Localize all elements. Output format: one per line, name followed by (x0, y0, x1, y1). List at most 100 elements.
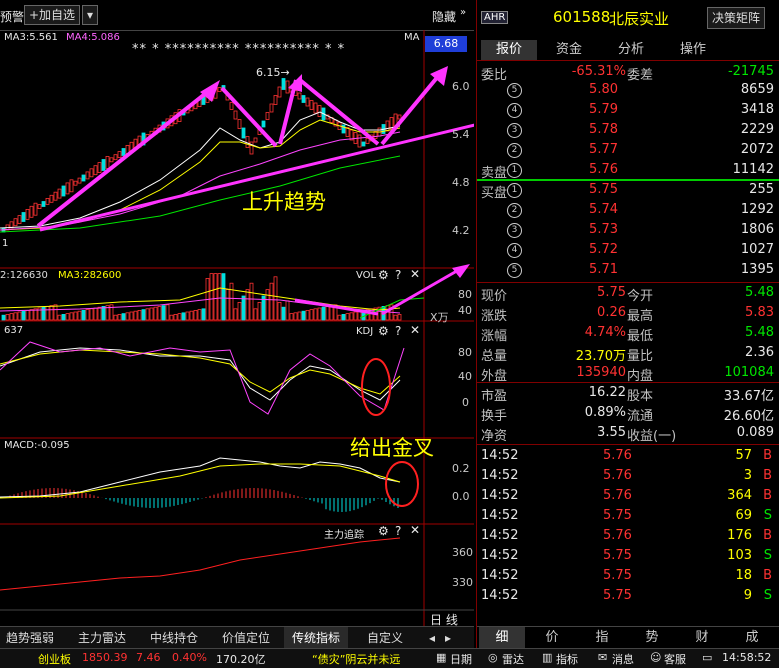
gear-icon[interactable]: ⚙ (378, 524, 389, 538)
volume-bar (341, 313, 346, 321)
tab-momentum[interactable]: 势 (629, 627, 675, 649)
tick-time: 14:52 (481, 508, 519, 523)
tick-row: 14:52 5.75 103 S (477, 546, 779, 566)
order-volume: 3418 (740, 102, 774, 117)
left-marker: 1 (2, 238, 9, 249)
hide-button[interactable]: 隐藏 (432, 8, 456, 25)
tick-row: 14:52 5.76 176 B (477, 526, 779, 546)
tab-trend[interactable]: 趋势强弱 (0, 627, 60, 649)
bid-row[interactable]: 4 5.72 1027 (477, 240, 779, 260)
tab-traditional[interactable]: 传统指标 (284, 627, 348, 649)
tab-operation[interactable]: 操作 (665, 40, 721, 60)
date-button[interactable]: 日期 (450, 651, 472, 667)
value: 33.67亿 (723, 389, 774, 404)
help-icon[interactable]: ? (395, 524, 401, 538)
volume-bar (213, 273, 218, 321)
kline-chart[interactable]: MA3:5.561 MA4:5.086 MA ** * ********** *… (0, 30, 474, 627)
value: 5.48 (745, 325, 774, 340)
y-tick: 6.0 (452, 80, 470, 93)
level-badge: 4 (507, 103, 522, 118)
volume-bar (269, 282, 274, 321)
y-tick: 4.8 (452, 176, 470, 189)
volume-bar (9, 313, 14, 321)
tab-radar[interactable]: 主力雷达 (72, 627, 132, 649)
tab-finance[interactable]: 财 (679, 627, 725, 649)
golden-cross-annotation: 给出金叉 (350, 436, 434, 460)
bid-row[interactable]: 买盘 1 5.75 255 (477, 180, 779, 201)
tab-price[interactable]: 价 (529, 627, 575, 649)
board-name[interactable]: 创业板 (38, 651, 71, 667)
y-tick: 360 (452, 546, 473, 559)
tab-custom[interactable]: 自定义 (360, 627, 410, 649)
service-button[interactable]: 客服 (664, 651, 686, 667)
indicator-button[interactable]: 指标 (556, 651, 578, 667)
close-icon[interactable]: ✕ (410, 523, 420, 537)
volume-bar (45, 305, 50, 321)
double-chevron-icon[interactable]: » (460, 7, 466, 18)
bid-row[interactable]: 3 5.73 1806 (477, 220, 779, 240)
volume-bar (165, 304, 170, 321)
volume-bar (233, 308, 238, 321)
stat-row: 外盘 135940 内盘 101084 (477, 363, 779, 384)
candle (305, 97, 310, 107)
volume-bar (5, 313, 10, 321)
tab-funds[interactable]: 资金 (541, 40, 597, 60)
tab-quote[interactable]: 报价 (481, 40, 537, 60)
scroll-right-icon[interactable]: ▸ (440, 627, 456, 649)
tick-time: 14:52 (481, 448, 519, 463)
message-icon[interactable]: ✉ (598, 651, 607, 664)
close-icon[interactable]: ✕ (410, 323, 420, 337)
bid-row[interactable]: 2 5.74 1292 (477, 200, 779, 220)
ask-row[interactable]: 3 5.78 2229 (477, 120, 779, 140)
tab-value[interactable]: 价值定位 (216, 627, 276, 649)
alert-button[interactable]: 预警 (0, 8, 24, 25)
message-button[interactable]: 消息 (612, 651, 634, 667)
volume-bar (253, 308, 258, 321)
bid-row[interactable]: 5 5.71 1395 (477, 260, 779, 280)
value: 5.75 (597, 285, 626, 300)
radar-icon[interactable]: ◎ (488, 651, 498, 664)
order-price: 5.72 (589, 242, 618, 257)
tab-analysis[interactable]: 分析 (603, 40, 659, 60)
ask-row[interactable]: 2 5.77 2072 (477, 140, 779, 160)
order-volume: 1027 (740, 242, 774, 257)
tab-indicator[interactable]: 指 (579, 627, 625, 649)
chart-icon[interactable]: ▥ (542, 651, 552, 664)
volume-bar (97, 306, 102, 321)
tab-detail[interactable]: 细 (479, 627, 525, 649)
ask-row[interactable]: 5 5.80 8659 (477, 80, 779, 100)
candle (81, 174, 86, 182)
tick-time: 14:52 (481, 528, 519, 543)
help-icon[interactable]: ? (395, 268, 401, 282)
ask-row[interactable]: 4 5.79 3418 (477, 100, 779, 120)
y-tick: 0.0 (452, 490, 470, 503)
tick-volume: 176 (727, 528, 752, 543)
order-volume: 11142 (732, 162, 774, 177)
stat-row: 涨幅 4.74% 最低 5.48 (477, 323, 779, 344)
help-icon[interactable]: ? (395, 324, 401, 338)
gear-icon[interactable]: ⚙ (378, 324, 389, 338)
order-price: 5.80 (589, 82, 618, 97)
decision-matrix-button[interactable]: 决策矩阵 (707, 7, 766, 29)
chart-toolbar: 预警 +加自选 ▾ 隐藏 » (0, 0, 474, 31)
news-ticker[interactable]: “债灾”阴云并未远 (312, 651, 400, 667)
dropdown-icon[interactable]: ▾ (82, 5, 98, 25)
candle (241, 127, 246, 139)
order-price: 5.74 (589, 202, 618, 217)
gear-icon[interactable]: ⚙ (378, 268, 389, 282)
volume-bar (137, 309, 142, 321)
close-icon[interactable]: ✕ (410, 267, 420, 281)
tick-volume: 18 (735, 568, 752, 583)
volume-bar (265, 289, 270, 321)
tab-deals[interactable]: 成 (729, 627, 775, 649)
service-icon[interactable]: ☺ (650, 651, 661, 664)
scroll-left-icon[interactable]: ◂ (424, 627, 440, 649)
calendar-icon[interactable]: ▦ (436, 651, 446, 664)
ask-row[interactable]: 卖盘 1 5.76 11142 (477, 160, 779, 181)
radar-button[interactable]: 雷达 (502, 651, 524, 667)
order-price: 5.76 (589, 162, 618, 177)
tab-midline[interactable]: 中线持仓 (144, 627, 204, 649)
order-volume: 1806 (740, 222, 774, 237)
candle (237, 119, 242, 129)
add-favorite-button[interactable]: +加自选 (24, 5, 81, 25)
